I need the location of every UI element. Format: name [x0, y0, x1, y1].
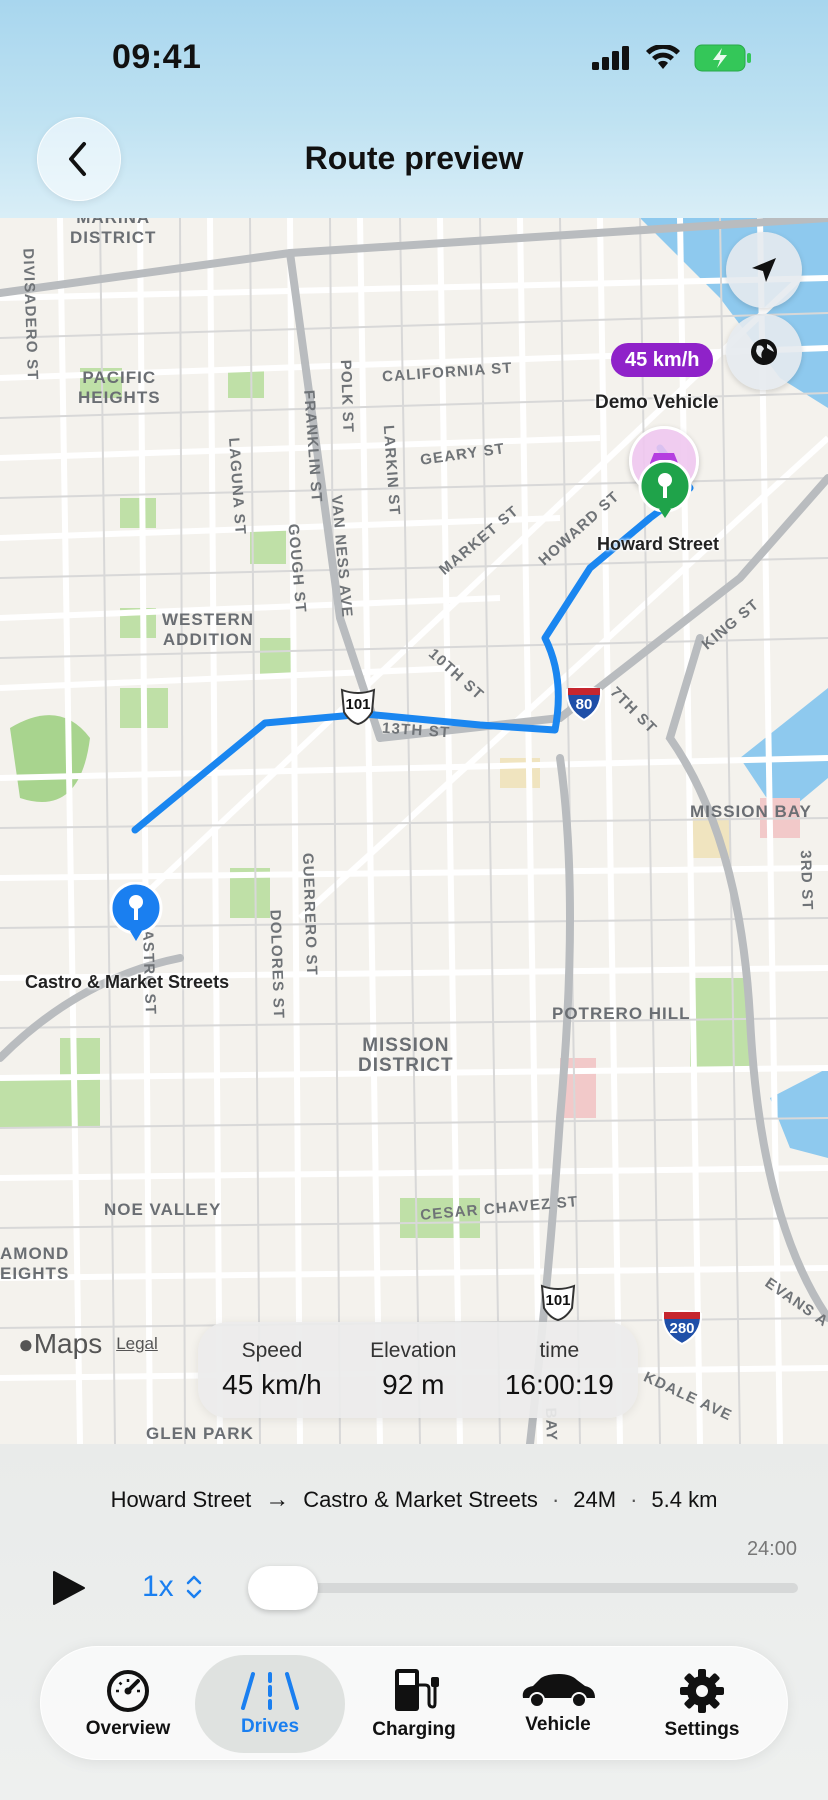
- play-button[interactable]: [48, 1568, 88, 1608]
- street-label: POLK ST: [336, 359, 357, 434]
- route-summary: Howard Street → Castro & Market Streets …: [0, 1486, 828, 1514]
- route-to: Castro & Market Streets: [303, 1487, 538, 1512]
- locate-button[interactable]: [726, 232, 802, 308]
- area-label: POTRERO HILL: [552, 1004, 691, 1023]
- tab-drives[interactable]: Drives: [195, 1655, 345, 1753]
- speed-stat-label: Speed: [241, 1339, 303, 1362]
- end-pin[interactable]: [108, 881, 164, 944]
- highway-shield-101: 101: [338, 686, 378, 726]
- area-label: MISSION BAY: [690, 802, 812, 821]
- highway-shield-101: 101: [538, 1282, 578, 1322]
- street-label: 3RD ST: [796, 849, 816, 912]
- arrow-right-icon: →: [265, 1486, 290, 1513]
- area-label: NOE VALLEY: [104, 1200, 222, 1219]
- tab-overview[interactable]: Overview: [53, 1655, 203, 1753]
- tab-label: Overview: [85, 1718, 171, 1739]
- area-label: MARINA DISTRICT: [70, 218, 157, 247]
- wifi-icon: [646, 45, 680, 69]
- total-time: 24:00: [746, 1538, 797, 1560]
- maps-brand-logo: ●Maps: [18, 1328, 103, 1359]
- page-title: Route preview: [304, 140, 524, 176]
- time-stat-label: time: [539, 1339, 580, 1362]
- playback-slider-thumb[interactable]: [248, 1566, 318, 1610]
- vehicle-name-label: Demo Vehicle: [595, 392, 719, 413]
- location-arrow-icon: [752, 258, 776, 282]
- highway-shield-80: 80: [564, 682, 604, 722]
- legal-link[interactable]: Legal: [116, 1334, 158, 1354]
- battery-icon: [694, 44, 751, 72]
- route-distance: 5.4 km: [651, 1487, 718, 1512]
- end-pin-label: Castro & Market Streets: [25, 972, 230, 992]
- stats-card: Speed 45 km/h Elevation 92 m time 16:00:…: [198, 1322, 638, 1418]
- speed-stat: Speed 45 km/h: [222, 1339, 322, 1401]
- gear-icon: [680, 1669, 724, 1713]
- elevation-stat: Elevation 92 m: [370, 1339, 456, 1401]
- signal-icon: [592, 46, 629, 70]
- tab-label: Settings: [664, 1719, 740, 1740]
- time-stat: time 16:00:19: [505, 1339, 614, 1401]
- start-pin-label: Howard Street: [597, 534, 720, 554]
- tab-label: Drives: [240, 1716, 300, 1737]
- fuel-charger-icon: [395, 1669, 439, 1711]
- route-from: Howard Street: [110, 1487, 252, 1512]
- chevron-up-down-icon: [186, 1575, 201, 1599]
- map-style-button[interactable]: [726, 314, 802, 390]
- globe-icon: [751, 339, 777, 365]
- tab-settings[interactable]: Settings: [627, 1655, 777, 1753]
- speedometer-icon: [107, 1670, 149, 1712]
- playback-slider-track[interactable]: [250, 1583, 798, 1593]
- tab-vehicle[interactable]: Vehicle: [483, 1655, 633, 1753]
- separator-dot: ·: [551, 1487, 560, 1512]
- route-duration: 24M: [573, 1487, 617, 1512]
- speed-stat-value: 45 km/h: [222, 1369, 322, 1400]
- status-time: 09:41: [112, 38, 202, 76]
- start-pin[interactable]: [637, 459, 693, 520]
- time-stat-value: 16:00:19: [504, 1369, 614, 1400]
- road-icon: [241, 1672, 299, 1710]
- tab-label: Vehicle: [525, 1714, 591, 1735]
- header: 09:41 Route preview: [0, 0, 828, 218]
- area-label: AMOND EIGHTS: [0, 1244, 70, 1283]
- area-label: GLEN PARK: [146, 1424, 254, 1443]
- elevation-stat-value: 92 m: [382, 1369, 445, 1400]
- separator-dot: ·: [630, 1487, 638, 1512]
- play-icon: [53, 1571, 85, 1605]
- tab-label: Charging: [372, 1719, 456, 1740]
- area-label: PACIFIC HEIGHTS: [78, 368, 161, 407]
- status-icons: [592, 44, 752, 72]
- area-label: WESTERN ADDITION: [162, 610, 254, 649]
- tab-bar: Overview Drives Charging Vehicle Setting…: [40, 1646, 788, 1760]
- car-icon: [522, 1674, 595, 1708]
- tab-charging[interactable]: Charging: [339, 1655, 489, 1753]
- vehicle-speed-badge: 45 km/h: [611, 343, 714, 377]
- highway-shield-280: 280: [660, 1306, 704, 1346]
- area-label: MISSION DISTRICT: [358, 1035, 454, 1076]
- playback-rate-selector[interactable]: 1x: [142, 1570, 204, 1604]
- map-view[interactable]: MARINA DISTRICT PACIFIC HEIGHTS WESTERN …: [0, 218, 828, 1444]
- elevation-stat-label: Elevation: [370, 1339, 457, 1362]
- maps-attribution: ●Maps Legal: [18, 1328, 158, 1360]
- playback-rate-value: 1x: [142, 1570, 174, 1603]
